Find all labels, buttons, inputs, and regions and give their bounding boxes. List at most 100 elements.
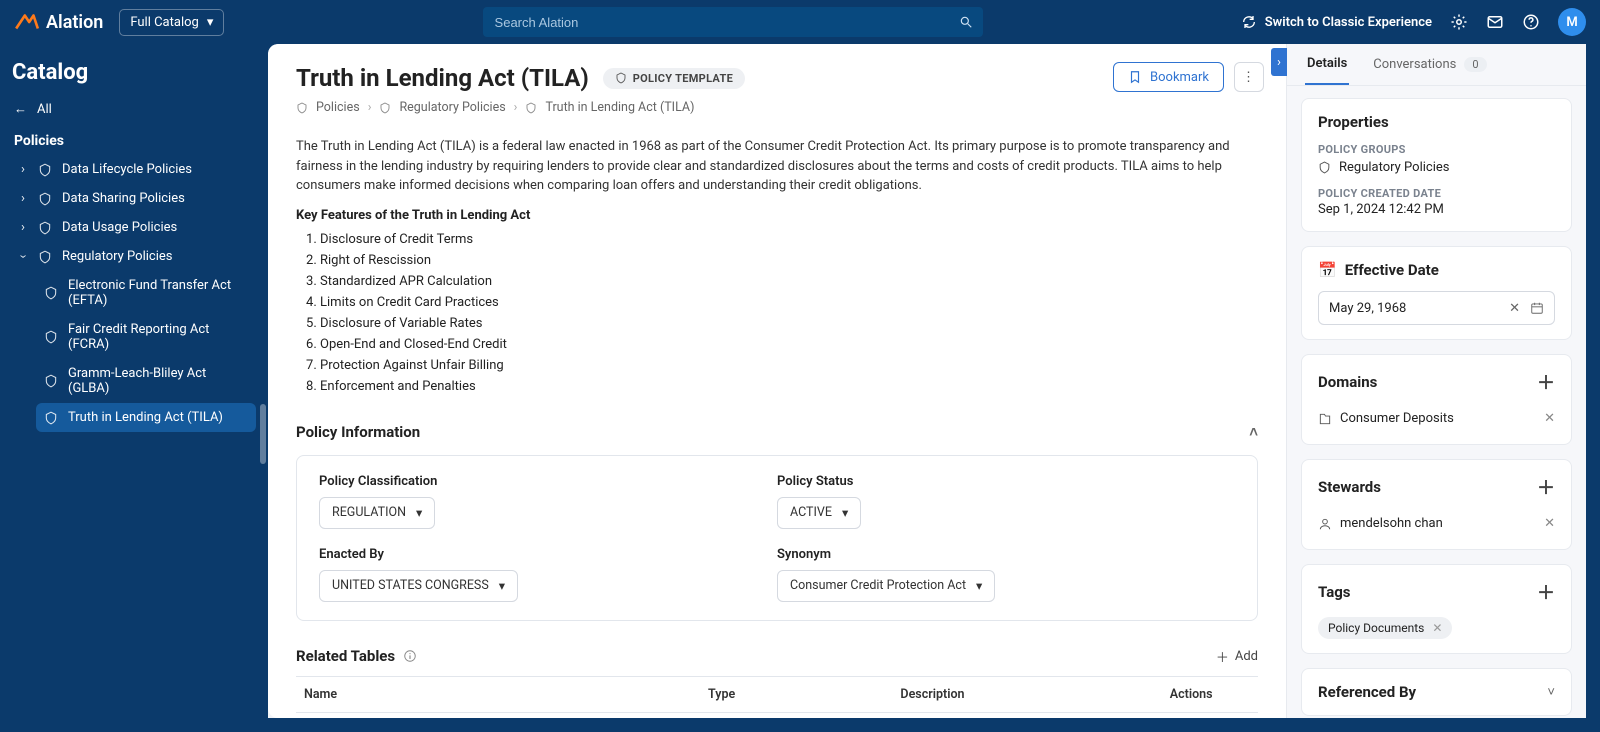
- crumb-current: Truth in Lending Act (TILA): [545, 100, 694, 115]
- domains-title: Domains: [1318, 373, 1377, 391]
- col-type: Type: [700, 676, 892, 712]
- remove-tag-button[interactable]: ✕: [1432, 621, 1442, 635]
- sidebar-item-tila[interactable]: Truth in Lending Act (TILA): [36, 403, 256, 432]
- template-icon: [615, 72, 627, 84]
- policy-icon: [296, 102, 308, 114]
- switch-classic-button[interactable]: Switch to Classic Experience: [1241, 14, 1432, 30]
- template-badge-label: POLICY TEMPLATE: [633, 72, 733, 85]
- expand-referenced-button[interactable]: ˅: [1547, 684, 1555, 700]
- synonym-value: Consumer Credit Protection Act: [790, 578, 966, 593]
- bookmark-button[interactable]: Bookmark: [1113, 62, 1224, 92]
- created-date-value: Sep 1, 2024 12:42 PM: [1318, 202, 1555, 217]
- policy-group-value[interactable]: Regulatory Policies: [1339, 160, 1449, 175]
- inbox-button[interactable]: [1486, 13, 1504, 31]
- key-feature-item: Disclosure of Variable Rates: [320, 313, 1258, 334]
- avatar-initial: M: [1566, 15, 1577, 30]
- add-domain-button[interactable]: ＋: [1537, 369, 1555, 395]
- settings-button[interactable]: [1450, 13, 1468, 31]
- chevron-right-icon: ›: [1277, 55, 1281, 70]
- sidebar-item-fcra[interactable]: Fair Credit Reporting Act (FCRA): [36, 315, 256, 359]
- policy-groups-label: POLICY GROUPS: [1318, 143, 1555, 156]
- sidebar-all-label: All: [37, 102, 52, 117]
- help-icon: [1522, 13, 1540, 31]
- policy-icon: [44, 286, 58, 300]
- sidebar-item-regulatory[interactable]: › Regulatory Policies: [10, 242, 256, 271]
- sidebar-item-label: Truth in Lending Act (TILA): [68, 410, 223, 425]
- related-tables-title: Related Tables: [296, 647, 395, 665]
- tab-details[interactable]: Details: [1305, 44, 1349, 85]
- collapse-section-button[interactable]: ˄: [1249, 423, 1258, 441]
- calendar-picker-button[interactable]: [1530, 301, 1544, 316]
- chevron-right-icon: ›: [18, 162, 28, 177]
- clear-date-button[interactable]: ✕: [1509, 301, 1520, 316]
- sidebar-item-label: Data Lifecycle Policies: [62, 162, 192, 177]
- sidebar-item-efta[interactable]: Electronic Fund Transfer Act (EFTA): [36, 271, 256, 315]
- sidebar-item-lifecycle[interactable]: › Data Lifecycle Policies: [10, 155, 256, 184]
- tags-card: Tags ＋ Policy Documents ✕: [1301, 564, 1572, 654]
- classification-select[interactable]: REGULATION ▾: [319, 497, 435, 529]
- info-icon[interactable]: [403, 649, 417, 663]
- effective-date-value: May 29, 1968: [1329, 301, 1406, 316]
- sidebar-title: Catalog: [12, 60, 256, 85]
- key-feature-item: Protection Against Unfair Billing: [320, 355, 1258, 376]
- key-feature-item: Open-End and Closed-End Credit: [320, 334, 1258, 355]
- key-feature-item: Standardized APR Calculation: [320, 271, 1258, 292]
- steward-item[interactable]: mendelsohn chan: [1340, 516, 1443, 531]
- stewards-card: Stewards ＋ mendelsohn chan ✕: [1301, 459, 1572, 550]
- enacted-select[interactable]: UNITED STATES CONGRESS ▾: [319, 570, 518, 602]
- status-select[interactable]: ACTIVE ▾: [777, 497, 861, 529]
- tag-label: Policy Documents: [1328, 621, 1424, 635]
- synonym-select[interactable]: Consumer Credit Protection Act ▾: [777, 570, 995, 602]
- global-search[interactable]: [483, 7, 983, 37]
- sidebar-item-label: Data Sharing Policies: [62, 191, 185, 206]
- chevron-right-icon: ›: [18, 191, 28, 206]
- crumb-regulatory[interactable]: Regulatory Policies: [399, 100, 505, 115]
- collapse-right-panel-button[interactable]: ›: [1271, 48, 1287, 76]
- chevron-right-icon: ›: [514, 100, 518, 115]
- sidebar-item-label: Gramm-Leach-Bliley Act (GLBA): [68, 366, 248, 396]
- help-button[interactable]: [1522, 13, 1540, 31]
- content-panel: Truth in Lending Act (TILA) POLICY TEMPL…: [268, 44, 1286, 718]
- more-actions-button[interactable]: ⋮: [1234, 62, 1264, 92]
- conversations-count: 0: [1464, 57, 1486, 72]
- tag-chip[interactable]: Policy Documents ✕: [1318, 617, 1452, 639]
- created-date-label: POLICY CREATED DATE: [1318, 187, 1555, 200]
- sidebar-scrollbar[interactable]: [260, 404, 266, 464]
- effective-date-input[interactable]: May 29, 1968 ✕: [1318, 291, 1555, 325]
- caret-down-icon: ▾: [499, 578, 505, 594]
- policy-icon: [379, 102, 391, 114]
- switch-classic-label: Switch to Classic Experience: [1265, 15, 1432, 30]
- add-related-table-button[interactable]: ＋ Add: [1216, 647, 1258, 666]
- tab-conversations[interactable]: Conversations 0: [1371, 44, 1488, 85]
- brand-name: Alation: [46, 12, 103, 33]
- catalog-selector[interactable]: Full Catalog ▾: [119, 9, 224, 36]
- policy-group-icon: [38, 221, 52, 235]
- chevron-right-icon: ›: [18, 220, 28, 235]
- sidebar-section-policies: Policies: [14, 133, 256, 149]
- add-steward-button[interactable]: ＋: [1537, 474, 1555, 500]
- crumb-policies[interactable]: Policies: [316, 100, 360, 115]
- properties-title: Properties: [1318, 113, 1555, 131]
- classification-label: Policy Classification: [319, 474, 777, 489]
- user-icon: [1318, 517, 1332, 531]
- col-name: Name: [296, 676, 700, 712]
- user-avatar[interactable]: M: [1558, 8, 1586, 36]
- add-label: Add: [1235, 649, 1258, 664]
- search-input[interactable]: [493, 14, 959, 31]
- tags-title: Tags: [1318, 583, 1351, 601]
- remove-steward-button[interactable]: ✕: [1544, 516, 1555, 531]
- key-features-title: Key Features of the Truth in Lending Act: [296, 208, 1258, 223]
- domains-card: Domains ＋ Consumer Deposits ✕: [1301, 354, 1572, 445]
- remove-domain-button[interactable]: ✕: [1544, 411, 1555, 426]
- sidebar-all[interactable]: ← All: [10, 95, 256, 123]
- sidebar-item-usage[interactable]: › Data Usage Policies: [10, 213, 256, 242]
- sidebar-item-glba[interactable]: Gramm-Leach-Bliley Act (GLBA): [36, 359, 256, 403]
- add-tag-button[interactable]: ＋: [1537, 579, 1555, 605]
- effective-date-title: 📅 Effective Date: [1318, 261, 1555, 279]
- sidebar-item-sharing[interactable]: › Data Sharing Policies: [10, 184, 256, 213]
- properties-card: Properties POLICY GROUPS Regulatory Poli…: [1301, 98, 1572, 232]
- domain-item[interactable]: Consumer Deposits: [1340, 411, 1454, 426]
- policy-info-title: Policy Information: [296, 423, 420, 441]
- effective-date-card: 📅 Effective Date May 29, 1968 ✕: [1301, 246, 1572, 340]
- status-label: Policy Status: [777, 474, 1235, 489]
